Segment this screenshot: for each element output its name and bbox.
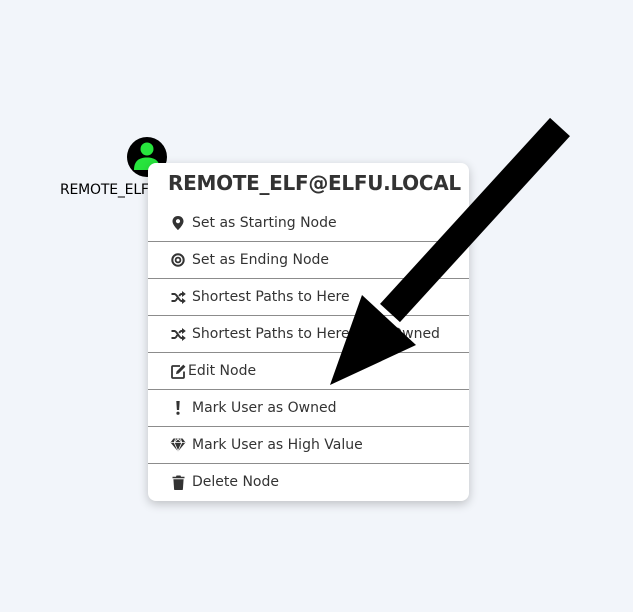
random-icon (170, 326, 186, 342)
menu-item-mark-owned[interactable]: Mark User as Owned (148, 390, 469, 427)
exclamation-icon (170, 400, 186, 416)
menu-item-label: Shortest Paths to Here (192, 289, 350, 305)
menu-item-edit-node[interactable]: Edit Node (148, 353, 469, 390)
menu-title: REMOTE_ELF@ELFU.LOCAL (168, 171, 461, 195)
menu-item-label: Set as Ending Node (192, 252, 330, 268)
edit-icon (170, 363, 186, 379)
map-marker-icon (170, 215, 186, 231)
bullseye-icon (170, 252, 186, 268)
menu-item-label: Edit Node (188, 363, 257, 379)
menu-item-mark-high-value[interactable]: Mark User as High Value (148, 427, 469, 464)
menu-item-shortest-paths-from-owned[interactable]: Shortest Paths to Here from Owned (148, 316, 469, 353)
menu-item-delete-node[interactable]: Delete Node (148, 464, 469, 500)
menu-item-label: Delete Node (192, 474, 279, 490)
random-icon (170, 289, 186, 305)
menu-item-label: Shortest Paths to Here from Owned (192, 326, 440, 342)
menu-item-set-ending-node[interactable]: Set as Ending Node (148, 242, 469, 279)
menu-item-label: Mark User as Owned (192, 400, 337, 416)
menu-item-label: Mark User as High Value (192, 437, 363, 453)
node-context-menu: REMOTE_ELF@ELFU.LOCAL Set as Starting No… (148, 163, 469, 501)
menu-list: Set as Starting Node Set as Ending Node … (148, 205, 469, 500)
menu-item-set-starting-node[interactable]: Set as Starting Node (148, 205, 469, 242)
menu-item-label: Set as Starting Node (192, 215, 337, 231)
trash-icon (170, 474, 186, 490)
menu-item-shortest-paths-to-here[interactable]: Shortest Paths to Here (148, 279, 469, 316)
gem-icon (170, 437, 186, 453)
